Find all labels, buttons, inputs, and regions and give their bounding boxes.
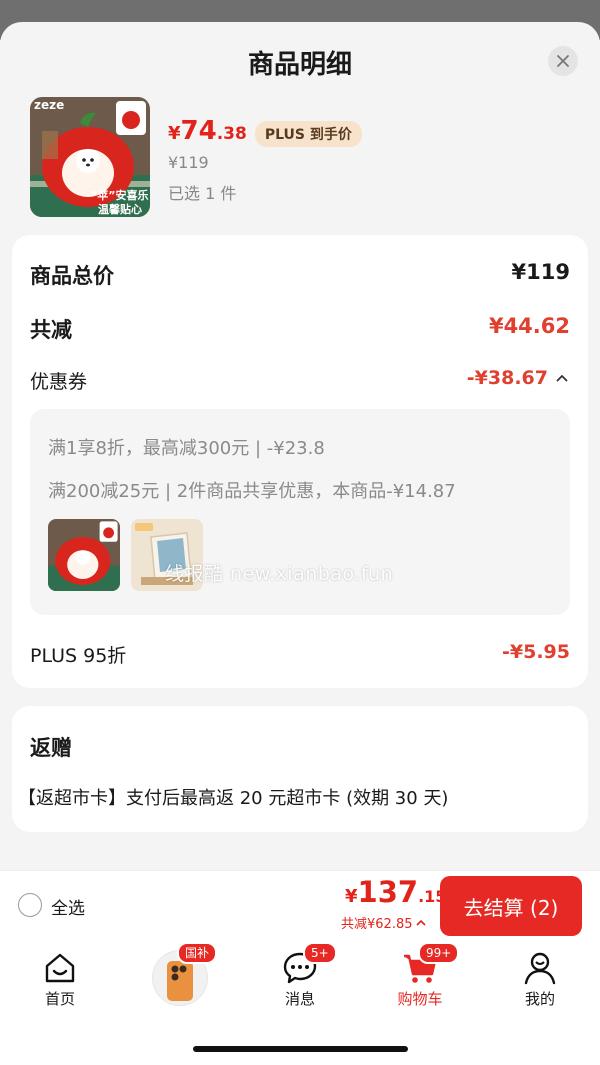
gift-card: 返赠 【返超市卡】支付后最高返 20 元超市卡 (效期 30 天) xyxy=(12,706,588,832)
select-all-radio[interactable] xyxy=(18,893,42,917)
messages-badge: 5+ xyxy=(303,942,337,964)
tab-label: 消息 xyxy=(284,990,315,1008)
checkout-bar: 全选 ¥ 137 .15 共减¥62.85 去结算 (2) xyxy=(0,870,600,940)
coupon-value: -¥38.67 xyxy=(466,367,548,389)
product-image[interactable]: zeze “苹”安喜乐 温馨贴心 xyxy=(30,97,150,217)
profile-icon xyxy=(524,952,556,985)
tab-label: 购物车 xyxy=(397,990,443,1008)
total-price-value: ¥119 xyxy=(511,260,570,284)
price-integer: 74 xyxy=(180,116,217,146)
select-all-label[interactable]: 全选 xyxy=(51,894,85,919)
home-icon xyxy=(45,953,75,983)
tab-home[interactable]: 首页 xyxy=(0,940,120,1020)
coupon-item: 满200减25元 | 2件商品共享优惠，本商品-¥14.87 xyxy=(48,481,456,502)
brand-logo: zeze xyxy=(34,98,65,112)
checkout-button[interactable]: 去结算 (2) xyxy=(440,876,582,936)
tab-label: 我的 xyxy=(524,990,555,1008)
total-price-label: 商品总价 xyxy=(30,264,114,288)
tab-subsidy[interactable]: 国补 xyxy=(120,940,240,1020)
close-button[interactable] xyxy=(548,46,578,76)
original-price: ¥119 xyxy=(168,153,209,172)
subsidy-badge: 国补 xyxy=(177,942,218,964)
close-icon xyxy=(557,55,569,67)
dog-bed-picture xyxy=(48,519,120,591)
tab-label: 首页 xyxy=(44,990,75,1008)
price-breakdown-card: 商品总价 ¥119 共减 ¥44.62 优惠券 -¥38.67 满1享8折，最高… xyxy=(12,235,588,688)
plus-discount-label: PLUS 95折 xyxy=(30,645,127,667)
tab-cart[interactable]: 99+ 购物车 xyxy=(360,940,480,1020)
chevron-up-icon xyxy=(415,919,426,926)
gift-description: 【返超市卡】支付后最高返 20 元超市卡 (效期 30 天) xyxy=(18,788,449,809)
thumb-caption-2: 温馨贴心 xyxy=(98,203,142,216)
cart-badge: 99+ xyxy=(418,942,460,964)
coupon-toggle[interactable]: -¥38.67 xyxy=(467,367,570,389)
product-price: ¥ 74 .38 PLUS 到手价 xyxy=(168,116,362,147)
coupon-item: 满1享8折，最高减300元 | -¥23.8 xyxy=(48,438,325,459)
checkout-total: ¥ 137 .15 xyxy=(345,875,446,909)
selected-count: 已选 1 件 xyxy=(168,184,237,203)
sheet-title: 商品明细 xyxy=(247,50,352,80)
total-discount-text: 共减¥62.85 xyxy=(341,917,413,932)
coupon-label: 优惠券 xyxy=(30,371,88,393)
chevron-up-icon xyxy=(556,374,568,382)
discount-value: ¥44.62 xyxy=(488,314,570,338)
total-discount-toggle[interactable]: 共减¥62.85 xyxy=(341,913,427,932)
price-currency: ¥ xyxy=(168,123,181,144)
total-integer: 137 xyxy=(357,875,419,909)
coupon-product-thumb xyxy=(48,519,120,591)
home-indicator xyxy=(193,1046,408,1052)
tab-messages[interactable]: 5+ 消息 xyxy=(240,940,360,1020)
total-currency: ¥ xyxy=(345,886,358,907)
plus-discount-value: -¥5.95 xyxy=(502,641,570,663)
watermark-text: 线报酷 new.xianbao.fun xyxy=(165,563,394,585)
tab-profile[interactable]: 我的 xyxy=(480,940,600,1020)
plus-price-tag: PLUS 到手价 xyxy=(254,121,362,147)
gift-title: 返赠 xyxy=(30,736,72,760)
price-decimal: .38 xyxy=(216,124,247,144)
product-detail-sheet: 商品明细 zeze “苹”安喜乐 温馨贴心 ¥ 74 .38 PLUS 到手价 … xyxy=(0,22,600,870)
discount-label: 共减 xyxy=(30,318,72,342)
coupon-detail-box: 满1享8折，最高减300元 | -¥23.8 满200减25元 | 2件商品共享… xyxy=(30,409,570,615)
